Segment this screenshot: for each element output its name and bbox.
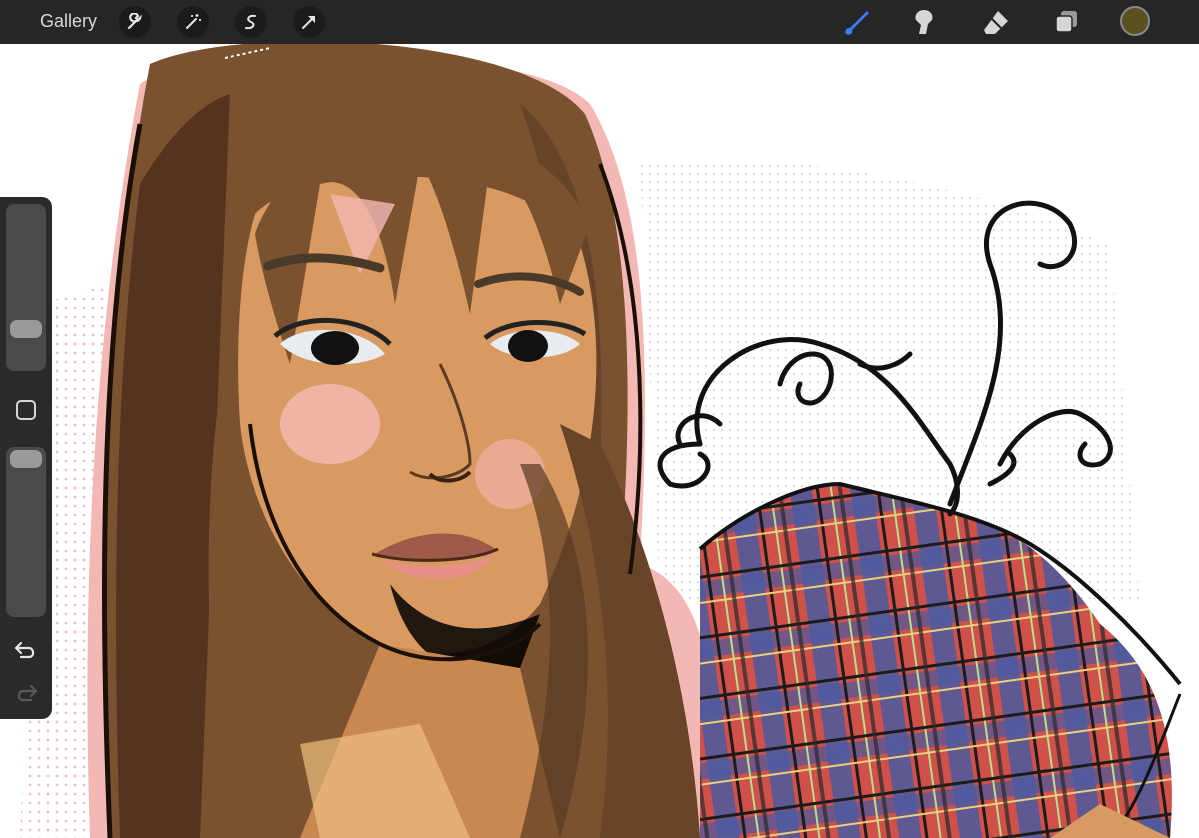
modify-button[interactable]	[15, 399, 37, 421]
magic-wand-icon	[186, 14, 201, 29]
smudge-button[interactable]	[906, 4, 942, 40]
selection-button[interactable]	[235, 6, 267, 38]
brush-sidebar	[0, 197, 52, 719]
transform-button[interactable]	[293, 6, 325, 38]
brush-size-slider[interactable]	[6, 204, 46, 371]
undo-icon	[14, 641, 35, 659]
brush-size-thumb[interactable]	[10, 320, 42, 338]
color-picker-button[interactable]	[1120, 6, 1150, 36]
brush-button[interactable]	[838, 4, 874, 40]
opacity-thumb[interactable]	[10, 450, 42, 468]
eraser-button[interactable]	[978, 4, 1014, 40]
eraser-icon	[984, 11, 1008, 34]
layers-button[interactable]	[1048, 4, 1084, 40]
adjustments-button[interactable]	[177, 6, 209, 38]
opacity-slider[interactable]	[6, 447, 46, 617]
smudge-icon	[915, 10, 933, 34]
selection-icon	[245, 14, 256, 30]
actions-button[interactable]	[119, 6, 151, 38]
redo-button[interactable]	[13, 680, 39, 706]
top-toolbar: Gallery	[0, 0, 1199, 44]
modify-square-icon	[16, 400, 36, 420]
layers-icon	[1055, 11, 1077, 33]
wrench-icon	[127, 13, 143, 30]
gallery-button[interactable]: Gallery	[40, 11, 97, 32]
redo-icon	[17, 684, 38, 702]
drawing-canvas[interactable]	[0, 44, 1199, 838]
transform-arrow-icon	[302, 16, 315, 29]
undo-button[interactable]	[13, 637, 39, 663]
brush-icon	[845, 11, 869, 35]
